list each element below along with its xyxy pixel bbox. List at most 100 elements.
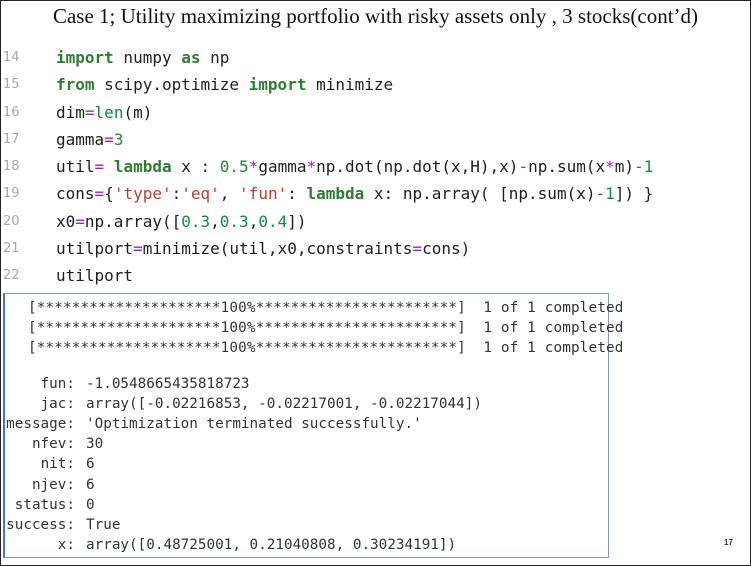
code-token: = xyxy=(133,239,143,259)
code-line: 22 utilport xyxy=(0,262,751,289)
code-token: util xyxy=(56,157,95,177)
code-token: np.array([ xyxy=(84,211,182,231)
code-token: 'type' xyxy=(113,184,172,204)
code-line: 19 cons={'type':'eq', 'fun': lambda x: np… xyxy=(0,180,751,207)
code-line: 18 util= lambda x : 0.5*gamma*np.dot(np.d… xyxy=(0,153,751,180)
code-token: 0.5 xyxy=(219,157,249,177)
code-token: = xyxy=(75,211,85,231)
result-value: 'Optimization terminated successfully.' xyxy=(86,416,422,433)
code-token: x0 xyxy=(56,211,76,231)
code-token: , xyxy=(219,184,240,204)
code-token: - xyxy=(634,157,644,177)
line-number: 20 xyxy=(3,213,20,229)
result-key: jac: xyxy=(40,396,75,413)
line-number: 19 xyxy=(3,186,20,202)
code-token: import xyxy=(56,48,114,67)
code-token: , xyxy=(210,211,220,231)
progress-line: [*********************100%**************… xyxy=(28,300,624,316)
code-token: np xyxy=(200,48,230,67)
code-line: 20 x0=np.array([0.3,0.3,0.4]) xyxy=(0,208,751,235)
code-token: minimize xyxy=(306,75,394,95)
code-token: numpy xyxy=(113,48,182,67)
result-value: 6 xyxy=(86,456,95,473)
code-token: gamma xyxy=(258,157,307,177)
code-token: cons) xyxy=(422,239,471,259)
code-text: cons={'type':'eq', 'fun': lambda x: np.a… xyxy=(56,180,653,207)
code-token: np.sum(x xyxy=(528,157,606,177)
code-text: dim=len(m) xyxy=(56,99,152,126)
code-token: = xyxy=(94,184,105,204)
code-token: utilport xyxy=(56,266,134,286)
result-value: 0 xyxy=(86,496,95,513)
code-token: dim xyxy=(56,102,85,122)
code-text: gamma=3 xyxy=(56,126,123,153)
code-token: ]) xyxy=(287,211,307,231)
code-token: = xyxy=(94,157,105,177)
line-number: 22 xyxy=(3,268,20,284)
progress-line: [*********************100%**************… xyxy=(28,340,624,356)
code-token: len xyxy=(94,102,124,122)
result-key: x: xyxy=(57,536,75,553)
result-key: nit: xyxy=(40,456,75,473)
progress-line: [*********************100%**************… xyxy=(28,320,624,336)
code-text: utilport=minimize(util,x0,constraints=co… xyxy=(56,235,470,262)
code-line: 21 utilport=minimize(util,x0,constraints=… xyxy=(0,235,751,262)
code-token: 3 xyxy=(113,129,124,149)
result-key: status: xyxy=(14,496,75,513)
code-text: x0=np.array([0.3,0.3,0.4]) xyxy=(56,208,307,235)
output-cell: [*********************100%**************… xyxy=(3,293,623,558)
code-text: import numpy as np xyxy=(56,44,229,71)
code-token: * xyxy=(605,157,615,177)
code-token: lambda xyxy=(113,157,172,177)
code-line: 17 gamma=3 xyxy=(0,126,751,153)
line-number: 17 xyxy=(3,131,20,147)
code-token: as xyxy=(181,48,201,67)
code-token: = xyxy=(104,129,114,149)
result-key: nfev: xyxy=(31,436,75,453)
code-token: scipy.optimize xyxy=(94,75,249,95)
line-number: 21 xyxy=(3,241,20,257)
code-line: 15 from scipy.optimize import minimize xyxy=(0,71,751,98)
code-token: 'eq' xyxy=(181,184,220,204)
code-token: 'fun' xyxy=(239,184,288,204)
code-token: * xyxy=(248,157,259,177)
code-token: 0.3 xyxy=(219,211,249,231)
code-token: , xyxy=(248,211,259,231)
code-token: x: np.array( [np.sum(x) xyxy=(364,184,596,204)
code-token: ]) } xyxy=(614,184,654,204)
code-token: utilport xyxy=(56,239,134,259)
code-text: from scipy.optimize import minimize xyxy=(56,71,393,98)
code-token: 1 xyxy=(643,157,654,177)
code-token: (m) xyxy=(123,102,153,122)
line-number: 14 xyxy=(3,50,20,65)
code-token: = xyxy=(84,102,95,122)
code-line: 16 dim=len(m) xyxy=(0,99,751,126)
code-token: np.dot(np.dot(x,H),x) xyxy=(316,157,519,177)
code-text: utilport xyxy=(56,262,133,289)
code-token: import xyxy=(248,75,307,95)
code-token: 0.4 xyxy=(258,211,288,231)
result-key: njev: xyxy=(31,476,75,493)
result-key: message: xyxy=(6,416,75,433)
code-cell[interactable]: 14 import numpy as np 15 from scipy.optimiz… xyxy=(0,44,751,290)
line-number: 16 xyxy=(3,104,20,120)
code-token: : xyxy=(287,184,307,204)
code-token: : xyxy=(171,184,182,204)
code-token: x : xyxy=(171,157,220,177)
code-token: 0.3 xyxy=(181,211,211,231)
line-number: 18 xyxy=(3,159,20,175)
result-value: array([0.48725001, 0.21040808, 0.3023419… xyxy=(86,536,457,553)
result-value: True xyxy=(86,516,121,533)
code-token: minimize(util,x0,constraints xyxy=(142,239,413,259)
code-token: cons xyxy=(56,184,95,204)
result-value: 6 xyxy=(86,476,95,493)
result-value: 30 xyxy=(86,436,104,453)
code-token: lambda xyxy=(306,184,365,204)
code-token: 1 xyxy=(605,184,615,204)
slide-title: Case 1; Utility maximizing portfolio wit… xyxy=(52,4,699,28)
code-token: m) xyxy=(614,157,635,177)
result-key: fun: xyxy=(40,376,75,392)
code-token: { xyxy=(104,184,114,204)
line-number: 15 xyxy=(3,77,20,93)
